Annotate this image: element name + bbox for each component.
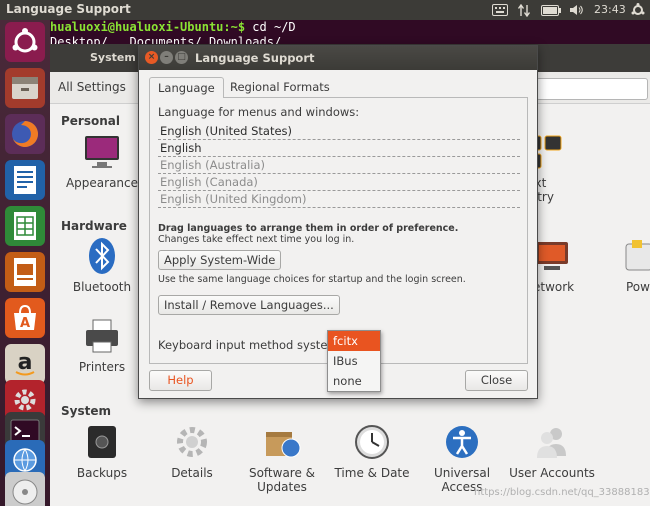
list-item[interactable]: English (United Kingdom): [158, 191, 520, 208]
apply-hint: Use the same language choices for startu…: [158, 274, 466, 285]
drag-hint: Drag languages to arrange them in order …: [158, 223, 459, 234]
launcher: A a: [0, 20, 50, 506]
firefox-icon[interactable]: [5, 114, 45, 154]
details-tile[interactable]: Details: [147, 422, 237, 480]
terminal-prompt: hualuoxi@hualuoxi-Ubuntu:~$: [50, 20, 246, 34]
universal-access-icon: [442, 422, 482, 462]
all-settings-button[interactable]: All Settings: [58, 80, 126, 94]
list-item[interactable]: English (Australia): [158, 157, 520, 174]
watermark: https://blog.csdn.net/qq_33888183: [474, 487, 650, 498]
language-list[interactable]: English (United States) English English …: [158, 123, 520, 209]
apply-system-wide-button[interactable]: Apply System-Wide: [158, 250, 282, 270]
svg-text:A: A: [20, 316, 30, 331]
bluetooth-label: Bluetooth: [72, 280, 132, 294]
backups-icon: [82, 422, 122, 462]
universal-access-tile[interactable]: Universal Access: [417, 422, 507, 494]
close-window-icon[interactable]: ×: [145, 51, 158, 64]
appearance-label: Appearance: [65, 176, 139, 190]
section-personal: Personal: [61, 114, 120, 128]
power-icon: [618, 236, 650, 276]
install-remove-languages-button[interactable]: Install / Remove Languages...: [158, 295, 340, 315]
settings-search-input[interactable]: [536, 78, 648, 100]
printers-tile[interactable]: Printers: [57, 316, 147, 374]
list-item[interactable]: English: [158, 140, 520, 157]
power-label: Power: [626, 280, 650, 294]
minimize-window-icon[interactable]: –: [160, 51, 173, 64]
section-system: System: [61, 404, 111, 418]
dropdown-option-none[interactable]: none: [328, 371, 380, 391]
svg-text:a: a: [18, 350, 33, 375]
terminal-command: cd ~/D: [245, 20, 296, 34]
backups-tile[interactable]: Backups: [57, 422, 147, 480]
software-updates-icon: [262, 422, 302, 462]
user-accounts-tile[interactable]: User Accounts: [507, 422, 597, 480]
settings-icon[interactable]: [630, 0, 646, 20]
tab-language[interactable]: Language: [149, 77, 224, 98]
active-app-title: Language Support: [6, 2, 131, 16]
keyboard-input-label: Keyboard input method system:: [158, 338, 343, 352]
tab-regional-formats[interactable]: Regional Formats: [222, 77, 338, 98]
dropdown-option-ibus[interactable]: IBus: [328, 351, 380, 371]
network-settings-icon: [532, 236, 572, 276]
clock[interactable]: 23:43: [594, 3, 626, 16]
list-item[interactable]: English (Canada): [158, 174, 520, 191]
printer-icon: [82, 316, 122, 356]
help-button[interactable]: Help: [149, 370, 212, 391]
maximize-window-icon[interactable]: □: [175, 51, 188, 64]
user-accounts-icon: [532, 422, 572, 462]
network-icon[interactable]: [516, 0, 532, 20]
calc-icon[interactable]: [5, 206, 45, 246]
volume-icon[interactable]: [568, 0, 584, 20]
software-updates-label: Software & Updates: [248, 466, 316, 494]
time-date-label: Time & Date: [334, 466, 410, 480]
bluetooth-tile[interactable]: Bluetooth: [57, 236, 147, 294]
list-item[interactable]: English (United States): [158, 123, 520, 140]
dialog-title: Language Support: [195, 51, 315, 65]
change-hint: Changes take effect next time you log in…: [158, 234, 355, 245]
files-icon[interactable]: [5, 68, 45, 108]
appearance-icon: [82, 132, 122, 172]
user-accounts-label: User Accounts: [509, 466, 595, 480]
keyboard-input-dropdown[interactable]: fcitx IBus none: [327, 330, 381, 392]
power-tile[interactable]: Power: [618, 236, 650, 294]
amazon-icon[interactable]: a: [5, 344, 45, 384]
keyboard-icon[interactable]: [490, 0, 510, 20]
battery-icon[interactable]: [540, 0, 562, 20]
impress-icon[interactable]: [5, 252, 45, 292]
writer-icon[interactable]: [5, 160, 45, 200]
details-icon: [172, 422, 212, 462]
time-date-tile[interactable]: Time & Date: [327, 422, 417, 480]
section-hardware: Hardware: [61, 219, 127, 233]
bluetooth-icon: [82, 236, 122, 276]
close-button[interactable]: Close: [465, 370, 528, 391]
dialog-titlebar[interactable]: × – □ Language Support: [139, 46, 537, 70]
software-updates-tile[interactable]: Software & Updates: [237, 422, 327, 494]
top-panel: Language Support 23:43: [0, 0, 650, 20]
software-center-icon[interactable]: A: [5, 298, 45, 338]
backups-label: Backups: [76, 466, 128, 480]
details-label: Details: [171, 466, 213, 480]
clock-icon: [352, 422, 392, 462]
ubuntu-dash-icon[interactable]: [5, 22, 45, 62]
languages-heading: Language for menus and windows:: [158, 105, 360, 119]
language-tab-panel: Language for menus and windows: English …: [149, 97, 528, 364]
printers-label: Printers: [78, 360, 126, 374]
dropdown-option-fcitx[interactable]: fcitx: [328, 331, 380, 351]
appearance-tile[interactable]: Appearance: [57, 132, 147, 190]
dvd-icon[interactable]: [5, 472, 45, 506]
